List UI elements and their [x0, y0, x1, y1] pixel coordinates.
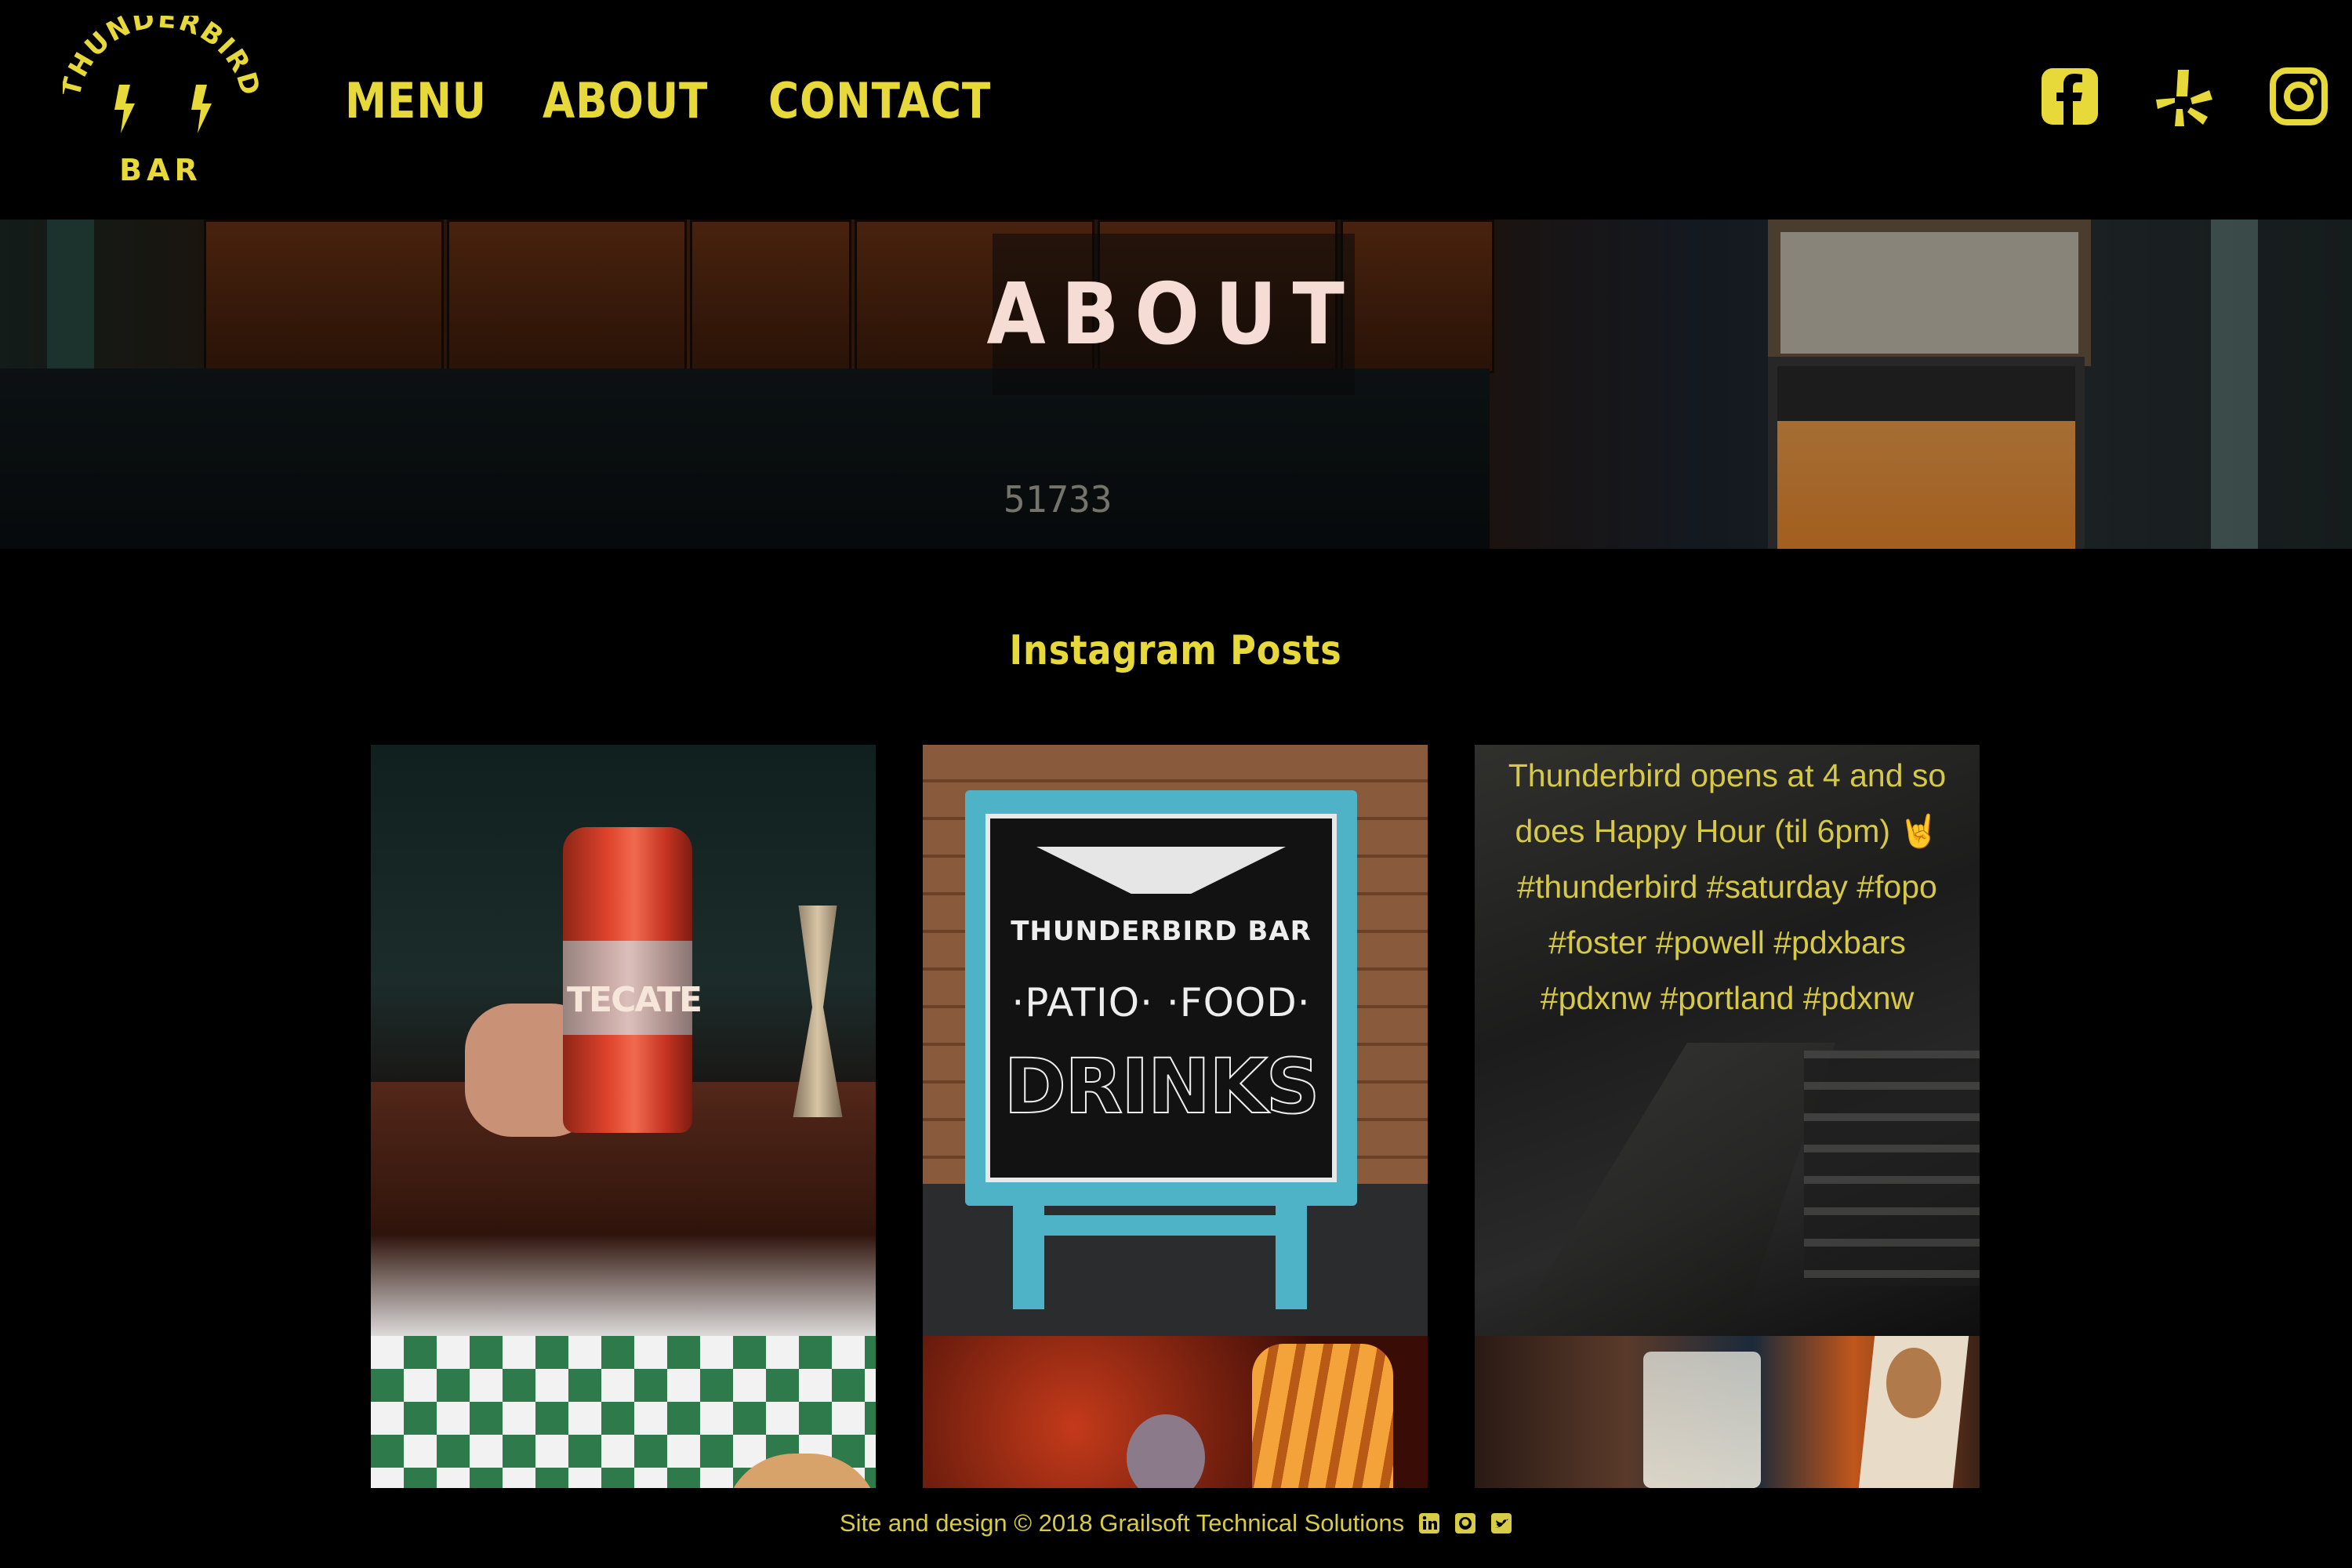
- linkedin-icon[interactable]: [1418, 1512, 1440, 1534]
- site-header: THUNDERBIRD BAR Menu About Contact: [0, 0, 2352, 220]
- can-label: TECATE: [567, 980, 702, 1020]
- instagram-section-title: Instagram Posts: [1009, 627, 1343, 674]
- nav-about[interactable]: About: [543, 72, 708, 129]
- burger-image: [724, 1454, 876, 1488]
- board-line: THUNDERBIRD BAR: [1011, 916, 1312, 947]
- hero-title-box: ABOUT: [987, 234, 1355, 395]
- site-footer: Site and design © 2018 Grailsoft Technic…: [0, 1509, 2352, 1537]
- yelp-icon[interactable]: [2154, 67, 2214, 126]
- github-icon[interactable]: [1454, 1512, 1476, 1534]
- bolt-right-icon: [191, 85, 212, 133]
- instagram-post[interactable]: [1475, 1336, 1980, 1488]
- nav-contact[interactable]: Contact: [768, 72, 991, 129]
- instagram-post[interactable]: Thunderbird opens at 4 and so does Happy…: [1475, 745, 1980, 1336]
- candle-image: [1643, 1352, 1761, 1488]
- facebook-icon[interactable]: [2040, 67, 2100, 126]
- logo-arc-text: THUNDERBIRD: [63, 16, 259, 100]
- social-links: [2040, 67, 2328, 126]
- instagram-grid: TECATE THUNDERBIRD BAR ·PATIO· ·FOOD· DR…: [371, 745, 1980, 1488]
- hero-banner: 51733 ABOUT: [0, 220, 2352, 549]
- instagram-post[interactable]: [371, 1336, 876, 1488]
- instagram-post[interactable]: THUNDERBIRD BAR ·PATIO· ·FOOD· DRINKS: [923, 745, 1428, 1336]
- post-caption: Thunderbird opens at 4 and so does Happy…: [1508, 757, 1947, 1016]
- twitter-icon[interactable]: [1490, 1512, 1512, 1534]
- board-line: ·PATIO· ·FOOD·: [1011, 980, 1311, 1025]
- thunderbird-logo[interactable]: THUNDERBIRD BAR: [63, 16, 259, 196]
- logo-bar-text: BAR: [119, 153, 202, 187]
- bolt-left-icon: [114, 85, 135, 133]
- hero-title: ABOUT: [986, 265, 1361, 364]
- instagram-post[interactable]: [923, 1336, 1428, 1488]
- instagram-icon[interactable]: [2269, 67, 2328, 126]
- instagram-post[interactable]: TECATE: [371, 745, 876, 1336]
- footer-credit: Site and design © 2018 Grailsoft Technic…: [839, 1509, 1405, 1537]
- svg-text:THUNDERBIRD: THUNDERBIRD: [63, 16, 259, 100]
- fries-image: [1252, 1344, 1393, 1488]
- board-line: DRINKS: [1003, 1042, 1320, 1131]
- main-nav: Menu About Contact: [345, 72, 1027, 129]
- nav-menu[interactable]: Menu: [345, 72, 487, 129]
